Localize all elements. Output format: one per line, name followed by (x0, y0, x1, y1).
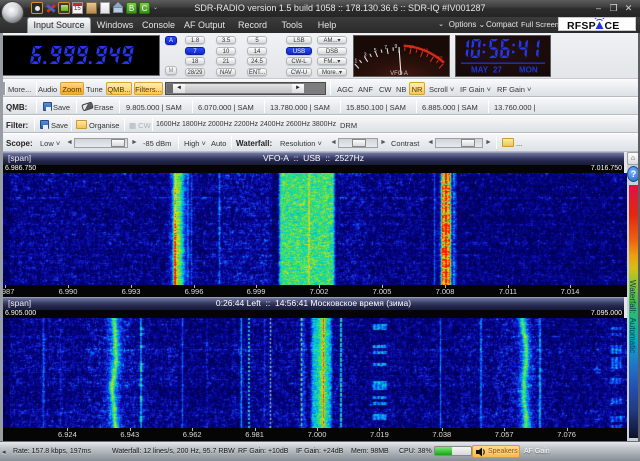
svg-text:+20: +20 (406, 44, 414, 49)
svg-text:1: 1 (355, 58, 358, 64)
svg-text:+60: +60 (435, 55, 443, 60)
svg-text:RFSP: RFSP (567, 20, 596, 31)
svg-text:+40: +40 (421, 48, 429, 53)
svg-text:27: 27 (493, 66, 502, 75)
svg-text:MAY: MAY (471, 66, 489, 75)
svg-text:VFO A: VFO A (390, 71, 408, 77)
svg-text:9: 9 (395, 44, 398, 50)
svg-text:5: 5 (374, 48, 377, 54)
svg-text:CE: CE (605, 20, 620, 31)
svg-text:MON: MON (519, 66, 538, 75)
svg-text:7: 7 (384, 45, 387, 51)
svg-text:3: 3 (364, 53, 367, 59)
